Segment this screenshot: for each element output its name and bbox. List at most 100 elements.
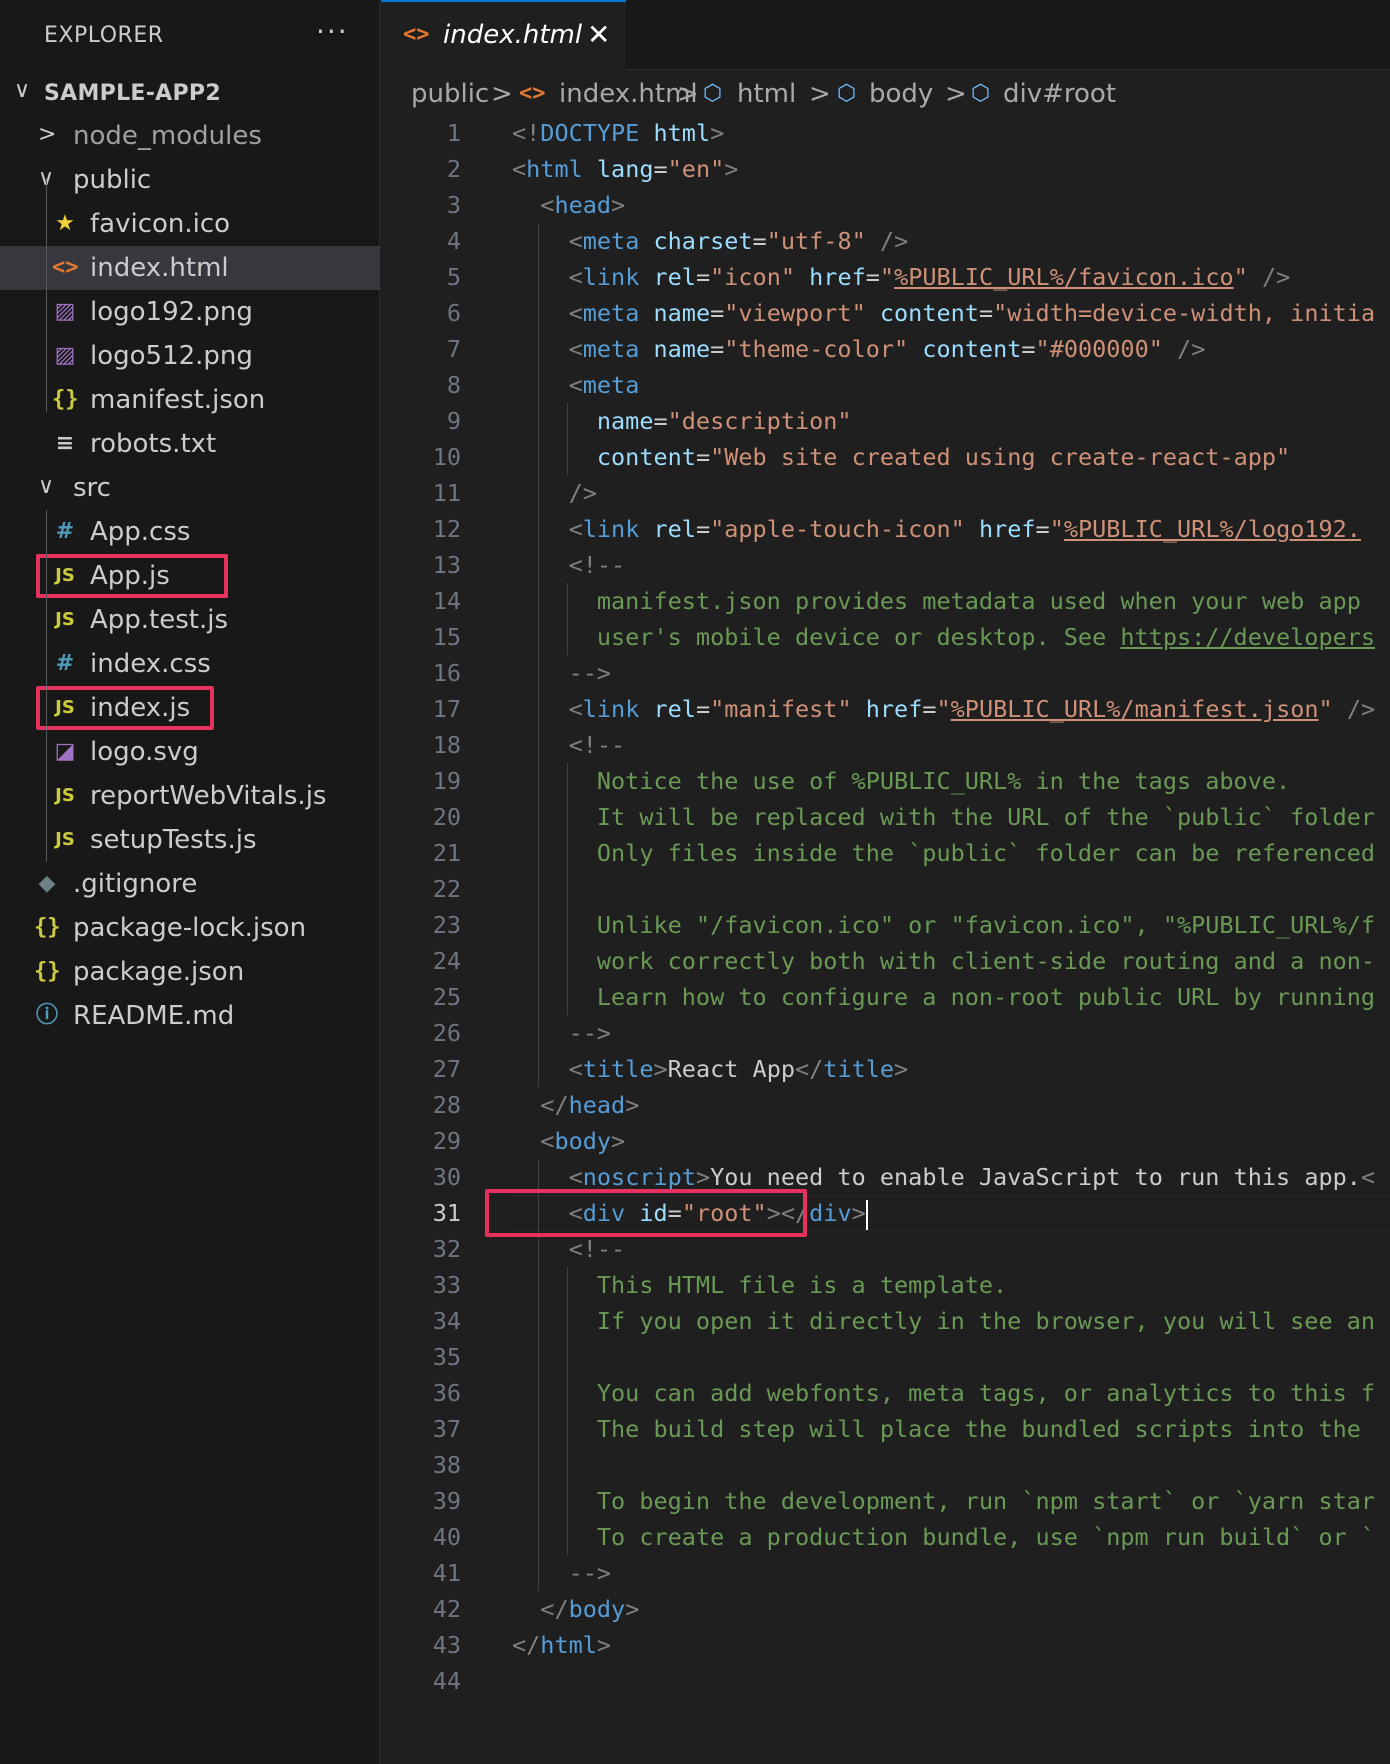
code-line[interactable]: <meta (512, 367, 640, 403)
tree-item-label: index.js (90, 693, 191, 723)
tree-item-label: setupTests.js (90, 825, 257, 855)
code-line[interactable]: --> (512, 1015, 611, 1051)
chevron-right-icon[interactable]: > (38, 120, 56, 150)
code-line[interactable]: <body> (512, 1123, 625, 1159)
file-item-package-lock-json[interactable]: {} package-lock.json (0, 906, 380, 950)
code-line[interactable]: It will be replaced with the URL of the … (512, 799, 1375, 835)
code-line[interactable]: <meta name="viewport" content="width=dev… (512, 295, 1376, 331)
line-number: 5 (446, 263, 461, 291)
file-item-robots-txt[interactable]: ≡ robots.txt (0, 422, 380, 466)
code-line[interactable]: If you open it directly in the browser, … (512, 1303, 1375, 1339)
file-item-setuptests-js[interactable]: JS setupTests.js (0, 818, 380, 862)
code-editor[interactable]: 1 2 3 4 5 6 7 8 9 10 11 12 13 14 15 16 17 18 19 20 21 22 23 24 2… (381, 115, 1390, 1764)
tree-item-label: App.css (90, 517, 191, 547)
line-number: 44 (432, 1667, 461, 1695)
code-line[interactable]: manifest.json provides metadata used whe… (512, 583, 1361, 619)
line-number: 19 (432, 767, 461, 795)
code-line[interactable]: <meta name="theme-color" content="#00000… (512, 331, 1206, 367)
code-line[interactable]: To begin the development, run `npm start… (512, 1483, 1375, 1519)
code-line[interactable]: <head> (512, 187, 625, 223)
code-line[interactable]: <!-- (512, 727, 626, 763)
file-item-app-js[interactable]: JS App.js (0, 554, 380, 598)
code-line[interactable]: <meta charset="utf-8" /> (512, 223, 909, 259)
line-number: 6 (446, 299, 461, 327)
more-actions-icon[interactable]: ··· (316, 18, 349, 46)
code-line[interactable]: <noscript>You need to enable JavaScript … (512, 1159, 1375, 1195)
breadcrumb-item-div-root[interactable]: div#root (1003, 77, 1116, 111)
code-line[interactable]: <link rel="icon" href="%PUBLIC_URL%/favi… (512, 259, 1291, 295)
line-number: 15 (432, 623, 461, 651)
folder-item-node-modules[interactable]: > node_modules (0, 114, 380, 158)
folder-item-src[interactable]: ∨ src (0, 466, 380, 510)
code-line[interactable]: <!-- (512, 1231, 626, 1267)
file-item-app-test-js[interactable]: JS App.test.js (0, 598, 380, 642)
code-line[interactable]: </html> (512, 1627, 611, 1663)
file-item-index-css[interactable]: # index.css (0, 642, 380, 686)
file-item-readme-md[interactable]: ⓘ README.md (0, 994, 380, 1038)
tree-item-label: src (73, 473, 111, 503)
tree-item-label: logo512.png (90, 341, 253, 371)
code-line[interactable]: <!-- (512, 547, 626, 583)
image-icon: ▨ (54, 343, 76, 368)
html-icon: <> (403, 22, 430, 47)
svg-icon: ◪ (54, 739, 76, 764)
breadcrumb-item-public[interactable]: public (411, 77, 489, 111)
line-number: 32 (432, 1235, 461, 1263)
breadcrumb-item-body[interactable]: body (869, 77, 933, 111)
js-icon: JS (55, 785, 75, 806)
file-item-favicon-ico[interactable]: ★ favicon.ico (0, 202, 380, 246)
folder-item-public[interactable]: ∨public (0, 158, 380, 202)
line-number: 23 (432, 911, 461, 939)
text-icon: ≡ (55, 431, 75, 456)
code-line[interactable]: <!DOCTYPE html> (512, 115, 724, 151)
code-line[interactable]: <link rel="apple-touch-icon" href="%PUBL… (512, 511, 1361, 547)
file-item-gitignore[interactable]: ◆ .gitignore (0, 862, 380, 906)
chevron-down-icon[interactable]: ∨ (38, 472, 54, 502)
code-line[interactable]: <link rel="manifest" href="%PUBLIC_URL%/… (512, 691, 1376, 727)
tree-indent-guide (46, 178, 47, 412)
code-line[interactable]: Notice the use of %PUBLIC_URL% in the ta… (512, 763, 1290, 799)
file-item-logo-svg[interactable]: ◪ logo.svg (0, 730, 380, 774)
json-icon: {} (34, 959, 61, 984)
code-line[interactable]: <div id="root"></div> (512, 1195, 868, 1231)
code-line[interactable]: To create a production bundle, use `npm … (512, 1519, 1375, 1555)
code-line[interactable]: <title>React App</title> (512, 1051, 909, 1087)
file-item-index-js[interactable]: JS index.js (0, 686, 380, 730)
code-line[interactable]: <html lang="en"> (512, 151, 738, 187)
line-number: 20 (432, 803, 461, 831)
code-line[interactable]: work correctly both with client-side rou… (512, 943, 1375, 979)
code-line[interactable]: This HTML file is a template. (512, 1267, 1007, 1303)
file-item-reportwebvitals-js[interactable]: JS reportWebVitals.js (0, 774, 380, 818)
code-line[interactable]: </head> (512, 1087, 639, 1123)
file-item-logo192-png[interactable]: ▨ logo192.png (0, 290, 380, 334)
tree-item-label: SAMPLE-APP2 (44, 81, 221, 106)
line-number: 16 (432, 659, 461, 687)
code-line[interactable]: Learn how to configure a non-root public… (512, 979, 1375, 1015)
file-item-manifest-json[interactable]: {} manifest.json (0, 378, 380, 422)
code-line[interactable]: You can add webfonts, meta tags, or anal… (512, 1375, 1375, 1411)
code-line[interactable]: The build step will place the bundled sc… (512, 1411, 1361, 1447)
line-number: 37 (432, 1415, 461, 1443)
code-line[interactable]: content="Web site created using create-r… (512, 439, 1290, 475)
file-item-logo512-png[interactable]: ▨ logo512.png (0, 334, 380, 378)
breadcrumb-item-html[interactable]: html (737, 77, 796, 111)
code-line[interactable]: </body> (512, 1591, 639, 1627)
file-item-package-json[interactable]: {} package.json (0, 950, 380, 994)
file-item-app-css[interactable]: # App.css (0, 510, 380, 554)
breadcrumb-separator: > (809, 79, 831, 109)
tab-index-html[interactable]: <> index.html ✕ (381, 0, 626, 70)
code-line[interactable]: /> (512, 475, 597, 511)
code-line[interactable]: Only files inside the `public` folder ca… (512, 835, 1375, 871)
chevron-down-icon[interactable]: ∨ (14, 76, 30, 106)
code-line[interactable]: Unlike "/favicon.ico" or "favicon.ico", … (512, 907, 1375, 943)
code-line[interactable]: name="description" (512, 403, 852, 439)
line-number: 18 (432, 731, 461, 759)
line-number: 14 (432, 587, 461, 615)
code-line[interactable]: user's mobile device or desktop. See htt… (512, 619, 1375, 655)
code-line[interactable]: --> (512, 1555, 611, 1591)
file-item-index-html[interactable]: <> index.html (0, 246, 380, 290)
close-icon[interactable]: ✕ (587, 18, 610, 51)
code-line[interactable]: --> (512, 655, 611, 691)
js-icon: JS (55, 609, 75, 630)
folder-item-sample-app2[interactable]: ∨ SAMPLE-APP2 (0, 70, 380, 114)
